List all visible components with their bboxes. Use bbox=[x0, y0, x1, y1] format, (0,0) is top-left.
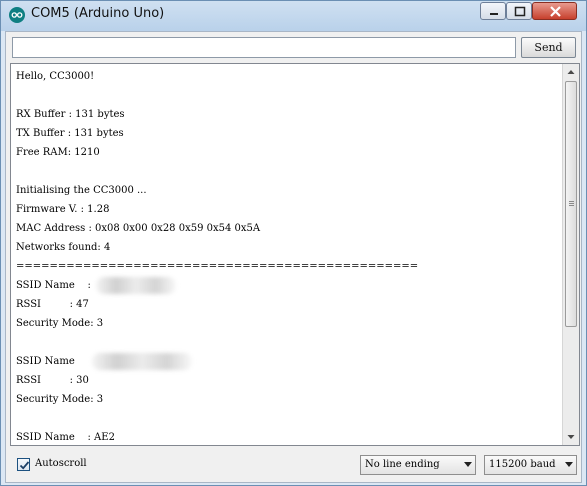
vertical-scrollbar[interactable] bbox=[562, 64, 579, 445]
baud-rate-value: 115200 baud bbox=[489, 459, 556, 470]
serial-output-line: Networks found: 4 bbox=[16, 242, 111, 253]
serial-output-line: MAC Address : 0x08 0x00 0x28 0x59 0x54 0… bbox=[16, 223, 261, 234]
checkmark-icon bbox=[19, 461, 30, 470]
serial-output-line: SSID Name bbox=[16, 352, 556, 371]
serial-output-line bbox=[16, 333, 556, 352]
line-ending-value: No line ending bbox=[365, 459, 440, 470]
scroll-down-arrow-icon[interactable] bbox=[563, 429, 579, 445]
close-button[interactable] bbox=[532, 2, 577, 20]
serial-output-line bbox=[16, 86, 556, 105]
scroll-grip bbox=[569, 201, 574, 202]
scroll-up-arrow-icon[interactable] bbox=[563, 64, 579, 80]
serial-output[interactable]: Hello, CC3000! RX Buffer : 131 bytes TX Bu… bbox=[10, 63, 580, 446]
serial-monitor-window: COM5 (Arduino Uno) Send Hello, CC3000! RX… bbox=[0, 0, 587, 486]
autoscroll-label[interactable]: Autoscroll bbox=[35, 458, 87, 469]
serial-output-lines: Hello, CC3000! RX Buffer : 131 bytes TX Bu… bbox=[16, 67, 556, 445]
serial-output-line: ========================================… bbox=[16, 261, 419, 272]
scroll-grip bbox=[569, 203, 574, 204]
serial-output-line: Security Mode: 3 bbox=[16, 318, 104, 329]
maximize-button[interactable] bbox=[506, 2, 532, 20]
autoscroll-checkbox[interactable] bbox=[17, 458, 30, 471]
serial-output-line: Free RAM: 1210 bbox=[16, 147, 100, 158]
arduino-logo-icon bbox=[9, 7, 25, 23]
serial-monitor-body: Send Hello, CC3000! RX Buffer : 131 bytes… bbox=[5, 31, 582, 483]
serial-output-line: RSSI : 30 bbox=[16, 375, 89, 386]
scroll-grip bbox=[569, 205, 574, 206]
send-input[interactable] bbox=[12, 37, 516, 58]
serial-output-line: RSSI : 47 bbox=[16, 299, 89, 310]
serial-output-line: RX Buffer : 131 bytes bbox=[16, 109, 125, 120]
scroll-thumb[interactable] bbox=[565, 81, 577, 327]
minimize-button[interactable] bbox=[480, 2, 506, 20]
serial-output-line: SSID Name : bbox=[16, 276, 556, 295]
line-ending-select[interactable]: No line ending bbox=[360, 455, 476, 475]
redacted-ssid bbox=[91, 353, 192, 370]
serial-output-line: Security Mode: 3 bbox=[16, 394, 104, 405]
window-title: COM5 (Arduino Uno) bbox=[31, 6, 165, 21]
serial-output-line: TX Buffer : 131 bytes bbox=[16, 128, 124, 139]
redacted-ssid bbox=[96, 277, 177, 294]
serial-output-line: Firmware V. : 1.28 bbox=[16, 204, 110, 215]
serial-output-line: Initialising the CC3000 ... bbox=[16, 185, 147, 196]
serial-output-line: Hello, CC3000! bbox=[16, 71, 95, 82]
send-button[interactable]: Send bbox=[521, 37, 576, 58]
chevron-down-icon bbox=[565, 462, 573, 467]
title-bar[interactable]: COM5 (Arduino Uno) bbox=[1, 1, 586, 29]
serial-output-line: SSID Name : AE2 bbox=[16, 432, 115, 443]
chevron-down-icon bbox=[464, 462, 472, 467]
serial-monitor-footer: Autoscroll No line ending 115200 baud bbox=[6, 450, 581, 480]
baud-rate-select[interactable]: 115200 baud bbox=[484, 455, 577, 475]
serial-output-line bbox=[16, 409, 556, 428]
serial-output-line bbox=[16, 162, 556, 181]
